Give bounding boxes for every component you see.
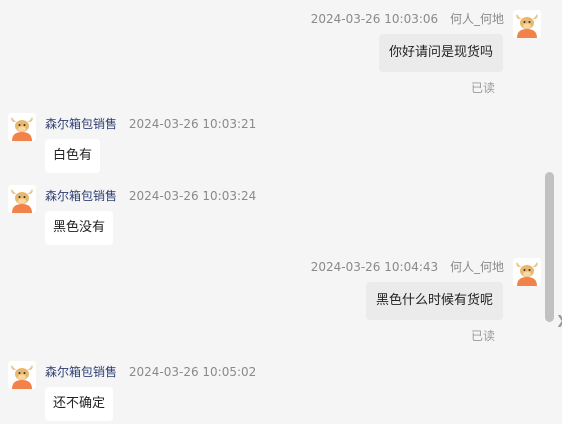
message-bubble[interactable]: 还不确定 [45,387,114,421]
message-timestamp: 2024-03-26 10:03:24 [128,189,257,203]
message-bubble[interactable]: 你好请问是现货吗 [378,34,503,72]
message-timestamp: 2024-03-26 10:04:43 [310,260,439,274]
sender-name: 森尔箱包销售 [45,365,118,379]
message-meta: 森尔箱包销售 2024-03-26 10:05:02 [45,363,256,380]
message-timestamp: 2024-03-26 10:03:21 [128,117,257,131]
sender-name: 森尔箱包销售 [45,117,118,131]
message-meta: 森尔箱包销售 2024-03-26 10:03:24 [45,187,256,204]
incoming-message: 森尔箱包销售 2024-03-26 10:03:24 黑色没有 [0,182,544,248]
message-timestamp: 2024-03-26 10:03:06 [310,12,439,26]
cow-mascot-avatar-icon[interactable] [8,113,36,141]
scrollbar-thumb[interactable] [545,172,554,322]
message-meta: 2024-03-26 10:03:06 何人_何地 [311,10,504,27]
message-bubble[interactable]: 白色有 [45,139,101,173]
read-receipt: 已读 [470,81,495,95]
incoming-message: 森尔箱包销售 2024-03-26 10:03:21 白色有 [0,110,544,176]
message-timestamp: 2024-03-26 10:05:02 [128,365,257,379]
message-bubble[interactable]: 黑色没有 [45,211,114,245]
chat-message-list: 2024-03-26 10:03:06 何人_何地 你好请问是现货吗 已读 森尔… [0,0,544,424]
message-meta: 2024-03-26 10:04:43 何人_何地 [311,258,504,275]
read-receipt: 已读 [470,329,495,343]
message-bubble[interactable]: 黑色什么时候有货呢 [365,282,503,320]
sender-name: 森尔箱包销售 [45,189,118,203]
outgoing-message: 2024-03-26 10:04:43 何人_何地 黑色什么时候有货呢 已读 [0,248,544,348]
sender-name: 何人_何地 [449,260,504,274]
message-meta: 森尔箱包销售 2024-03-26 10:03:21 [45,115,256,132]
cow-mascot-avatar-icon[interactable] [8,361,36,389]
cow-mascot-avatar-icon[interactable] [513,10,541,38]
cow-mascot-avatar-icon[interactable] [8,185,36,213]
cow-mascot-avatar-icon[interactable] [513,258,541,286]
sender-name: 何人_何地 [449,12,504,26]
chevron-right-icon[interactable]: ❯ [556,313,562,327]
outgoing-message: 2024-03-26 10:03:06 何人_何地 你好请问是现货吗 已读 [0,0,544,100]
incoming-message: 森尔箱包销售 2024-03-26 10:05:02 还不确定 [0,358,544,424]
